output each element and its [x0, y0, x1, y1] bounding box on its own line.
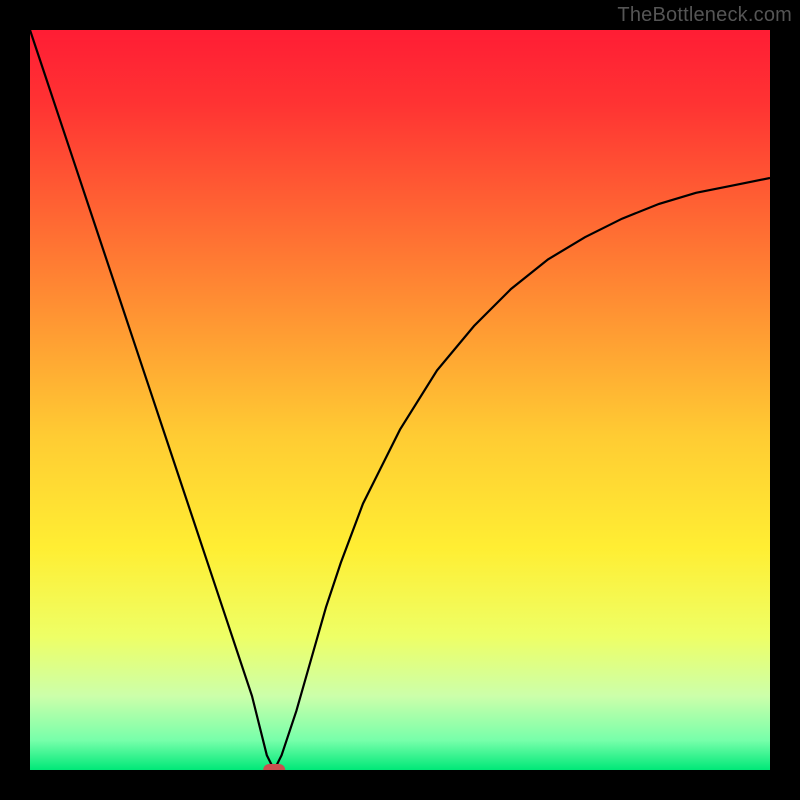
watermark-label: TheBottleneck.com: [617, 4, 792, 27]
plot-area: [30, 30, 770, 770]
optimum-marker: [263, 764, 285, 770]
gradient-background: [30, 30, 770, 770]
chart-container: TheBottleneck.com: [0, 0, 800, 800]
chart-svg: [30, 30, 770, 770]
